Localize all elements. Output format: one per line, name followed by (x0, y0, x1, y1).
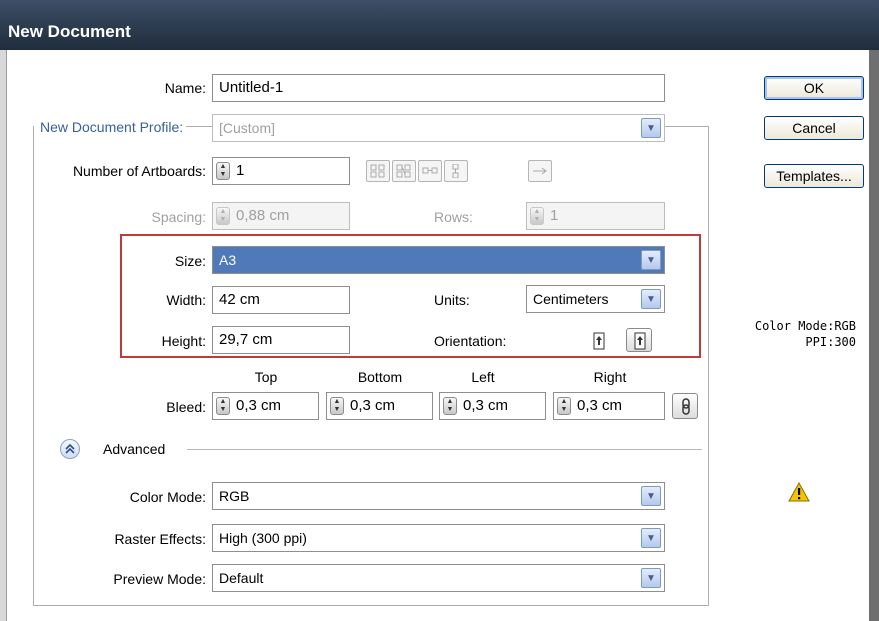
width-value: 42 cm (219, 291, 260, 308)
ok-button[interactable]: OK (764, 76, 864, 100)
rows-value: 1 (550, 207, 559, 224)
color-mode-dropdown[interactable]: RGB ▼ (212, 482, 665, 510)
name-label: Name: (164, 80, 206, 96)
width-label: Width: (166, 292, 206, 308)
profile-value: [Custom] (219, 120, 276, 136)
bleed-top-header: Top (254, 369, 278, 385)
portrait-icon (593, 332, 605, 350)
chevron-down-icon: ▼ (641, 568, 661, 588)
chevron-down-icon: ▼ (641, 118, 661, 138)
units-value: Centimeters (533, 291, 609, 307)
advanced-separator (187, 449, 702, 450)
raster-effects-value: High (300 ppi) (219, 530, 307, 546)
up-down-spinner-icon[interactable]: ▲ ▼ (443, 397, 457, 415)
window-title: New Document (8, 22, 131, 41)
width-input[interactable]: 42 cm (212, 286, 350, 314)
cancel-button[interactable]: Cancel (764, 116, 864, 140)
bleed-right-value: 0,3 cm (577, 397, 623, 414)
bleed-bottom-value: 0,3 cm (350, 397, 396, 414)
double-chevron-up-icon (65, 443, 75, 454)
name-input[interactable]: Untitled-1 (212, 74, 665, 102)
size-dropdown[interactable]: A3 ▼ (212, 246, 665, 274)
units-label: Units: (434, 292, 470, 308)
chevron-down-icon: ▼ (641, 486, 661, 506)
up-down-spinner-icon[interactable]: ▲ ▼ (530, 207, 544, 225)
window-right-edge (869, 50, 879, 621)
bleed-left-stepper[interactable]: ▲ ▼ 0,3 cm (439, 392, 546, 420)
profile-dropdown[interactable]: [Custom] ▼ (212, 114, 665, 142)
spacing-label: Spacing: (151, 209, 206, 225)
arrange-by-row-button[interactable] (418, 160, 442, 182)
profile-label: New Document Profile: (34, 119, 187, 135)
name-value: Untitled-1 (219, 79, 284, 96)
bleed-top-stepper[interactable]: ▲ ▼ 0,3 cm (212, 392, 319, 420)
grid-by-row-icon (370, 164, 385, 178)
warning-icon (788, 482, 810, 502)
chevron-down-icon: ▼ (641, 289, 661, 309)
right-to-left-button[interactable] (528, 160, 552, 182)
bleed-left-value: 0,3 cm (463, 397, 509, 414)
up-down-spinner-icon[interactable]: ▲ ▼ (216, 397, 230, 415)
artboards-label: Number of Artboards: (72, 163, 206, 179)
up-down-spinner-icon[interactable]: ▲ ▼ (216, 207, 230, 225)
landscape-button[interactable] (626, 328, 652, 352)
grid-by-column-button[interactable] (392, 160, 416, 182)
up-down-spinner-icon[interactable]: ▲ ▼ (330, 397, 344, 415)
height-label: Height: (161, 333, 206, 349)
artboards-stepper[interactable]: ▲ ▼ 1 (212, 157, 350, 185)
bleed-left-header: Left (471, 369, 495, 385)
ppi-info: PPI:300 (805, 335, 856, 349)
raster-effects-label: Raster Effects: (114, 531, 206, 547)
landscape-icon (634, 332, 646, 350)
arrange-by-column-button[interactable] (444, 160, 468, 182)
window-left-edge (0, 50, 7, 621)
arrange-by-row-icon (422, 167, 438, 174)
raster-effects-dropdown[interactable]: High (300 ppi) ▼ (212, 524, 665, 552)
bleed-right-stepper[interactable]: ▲ ▼ 0,3 cm (553, 392, 665, 420)
portrait-button[interactable] (585, 328, 611, 352)
arrow-right-icon (533, 167, 547, 175)
color-mode-info: Color Mode:RGB (754, 319, 856, 333)
bleed-top-value: 0,3 cm (236, 397, 282, 414)
grid-by-column-icon (396, 164, 411, 178)
color-mode-value: RGB (219, 488, 250, 504)
size-value: A3 (219, 252, 237, 268)
units-dropdown[interactable]: Centimeters ▼ (526, 285, 665, 313)
height-input[interactable]: 29,7 cm (212, 326, 350, 354)
artboards-value: 1 (236, 162, 245, 179)
bleed-right-header: Right (593, 369, 627, 385)
chevron-down-icon: ▼ (641, 250, 661, 270)
preview-mode-value: Default (219, 570, 264, 586)
bleed-label: Bleed: (166, 399, 206, 415)
rows-label: Rows: (434, 209, 473, 225)
chevron-down-icon: ▼ (641, 528, 661, 548)
bleed-bottom-header: Bottom (357, 369, 403, 385)
size-label: Size: (174, 253, 206, 269)
bleed-bottom-stepper[interactable]: ▲ ▼ 0,3 cm (326, 392, 433, 420)
grid-by-row-button[interactable] (366, 160, 390, 182)
orientation-label: Orientation: (434, 333, 507, 349)
link-bleed-button[interactable] (672, 393, 698, 419)
rows-stepper[interactable]: ▲ ▼ 1 (526, 202, 665, 230)
new-document-dialog: New Document OK Cancel Templates... Name… (0, 0, 879, 621)
up-down-spinner-icon[interactable]: ▲ ▼ (557, 397, 571, 415)
spacing-value: 0,88 cm (236, 207, 290, 224)
chain-link-icon (682, 398, 690, 415)
arrange-by-column-icon (452, 164, 459, 178)
advanced-toggle-button[interactable] (60, 439, 80, 459)
height-value: 29,7 cm (219, 331, 273, 348)
preview-mode-label: Preview Mode: (113, 571, 206, 587)
spacing-stepper[interactable]: ▲ ▼ 0,88 cm (212, 202, 350, 230)
templates-button[interactable]: Templates... (764, 164, 864, 188)
color-mode-label: Color Mode: (129, 489, 206, 505)
preview-mode-dropdown[interactable]: Default ▼ (212, 564, 665, 592)
advanced-label: Advanced (103, 441, 166, 457)
up-down-spinner-icon[interactable]: ▲ ▼ (216, 162, 230, 180)
title-bar: New Document (0, 0, 879, 50)
